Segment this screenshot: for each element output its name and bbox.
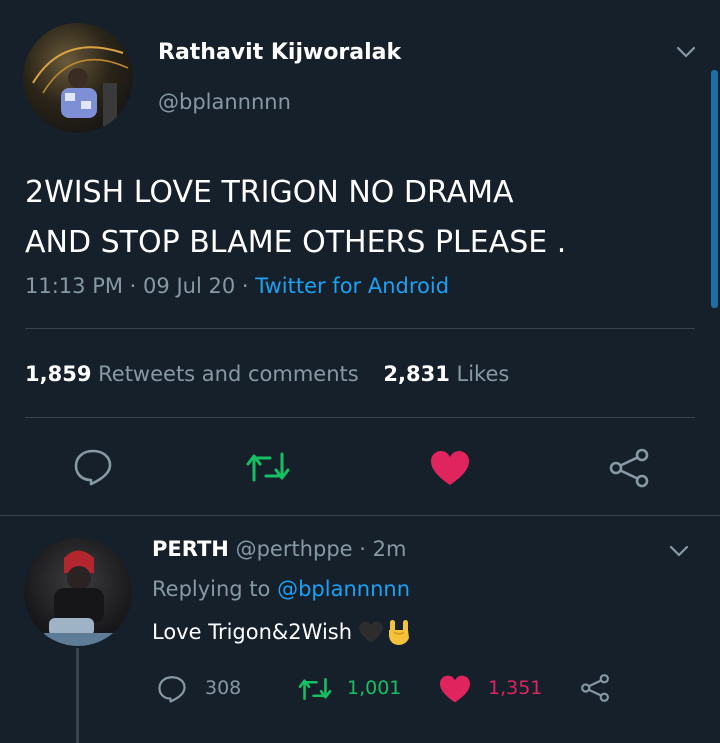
meta-separator: · <box>241 274 249 298</box>
tweet-date: 09 Jul 20 <box>143 274 236 298</box>
heart-icon[interactable] <box>438 674 472 704</box>
reply-icon[interactable] <box>73 448 113 486</box>
reply-author-name[interactable]: PERTH <box>152 537 229 561</box>
tweet-author-name[interactable]: Rathavit Kijworalak <box>158 40 401 65</box>
tweet-author-handle[interactable]: @bplannnnn <box>158 90 291 114</box>
share-icon[interactable] <box>608 448 650 488</box>
tweet-text-line: 2WISH LOVE TRIGON NO DRAMA <box>25 175 514 210</box>
reply-author-avatar[interactable] <box>24 538 132 646</box>
replying-prefix: Replying to <box>152 577 271 601</box>
rock-on-hand-emoji-icon <box>389 620 410 645</box>
likes-count: 2,831 <box>383 362 450 386</box>
retweet-count: 1,001 <box>347 677 402 699</box>
black-heart-emoji-icon <box>359 621 383 643</box>
tweet-time: 11:13 PM <box>25 274 123 298</box>
divider <box>25 328 695 329</box>
tweet-stats: 1,859 Retweets and comments 2,831 Likes <box>25 362 509 386</box>
retweets-label: Retweets and comments <box>98 362 359 386</box>
tweet-client-link[interactable]: Twitter for Android <box>255 274 449 298</box>
reply-count: 308 <box>205 677 242 699</box>
retweet-icon[interactable] <box>244 450 292 484</box>
tweet-meta: 11:13 PM · 09 Jul 20 · Twitter for Andro… <box>25 274 449 298</box>
divider <box>0 515 720 516</box>
tweet-text: 2WISH LOVE TRIGON NO DRAMA AND STOP BLAM… <box>25 168 566 268</box>
thread-line <box>76 648 79 743</box>
chevron-down-icon[interactable] <box>676 46 696 58</box>
reply-text: Love Trigon&2Wish <box>152 618 412 646</box>
tweet-text-line: AND STOP BLAME OTHERS PLEASE . <box>25 225 567 260</box>
reply-icon[interactable] <box>157 675 187 703</box>
reply-author-handle[interactable]: @perthppe <box>236 537 353 561</box>
reply-header: PERTH @perthppe · 2m <box>152 537 406 561</box>
likes-stat[interactable]: 2,831 Likes <box>383 362 509 386</box>
avatar-photo <box>32 46 129 128</box>
heart-icon[interactable] <box>429 449 471 487</box>
like-count: 1,351 <box>488 677 543 699</box>
avatar-photo <box>44 550 114 646</box>
replying-to: Replying to @bplannnnn <box>152 577 410 601</box>
share-icon[interactable] <box>580 673 610 703</box>
reply-age: 2m <box>372 537 407 561</box>
retweet-icon[interactable] <box>297 676 333 702</box>
reply-text-body: Love Trigon&2Wish <box>152 620 353 644</box>
likes-label: Likes <box>456 362 510 386</box>
replying-to-handle[interactable]: @bplannnnn <box>277 577 410 601</box>
retweets-count: 1,859 <box>25 362 92 386</box>
chevron-down-icon[interactable] <box>669 545 689 557</box>
retweets-stat[interactable]: 1,859 Retweets and comments <box>25 362 365 386</box>
meta-separator: · <box>129 274 137 298</box>
scrollbar-thumb[interactable] <box>711 70 718 308</box>
meta-separator: · <box>359 537 366 561</box>
divider <box>25 417 695 418</box>
tweet-author-avatar[interactable] <box>23 23 133 133</box>
